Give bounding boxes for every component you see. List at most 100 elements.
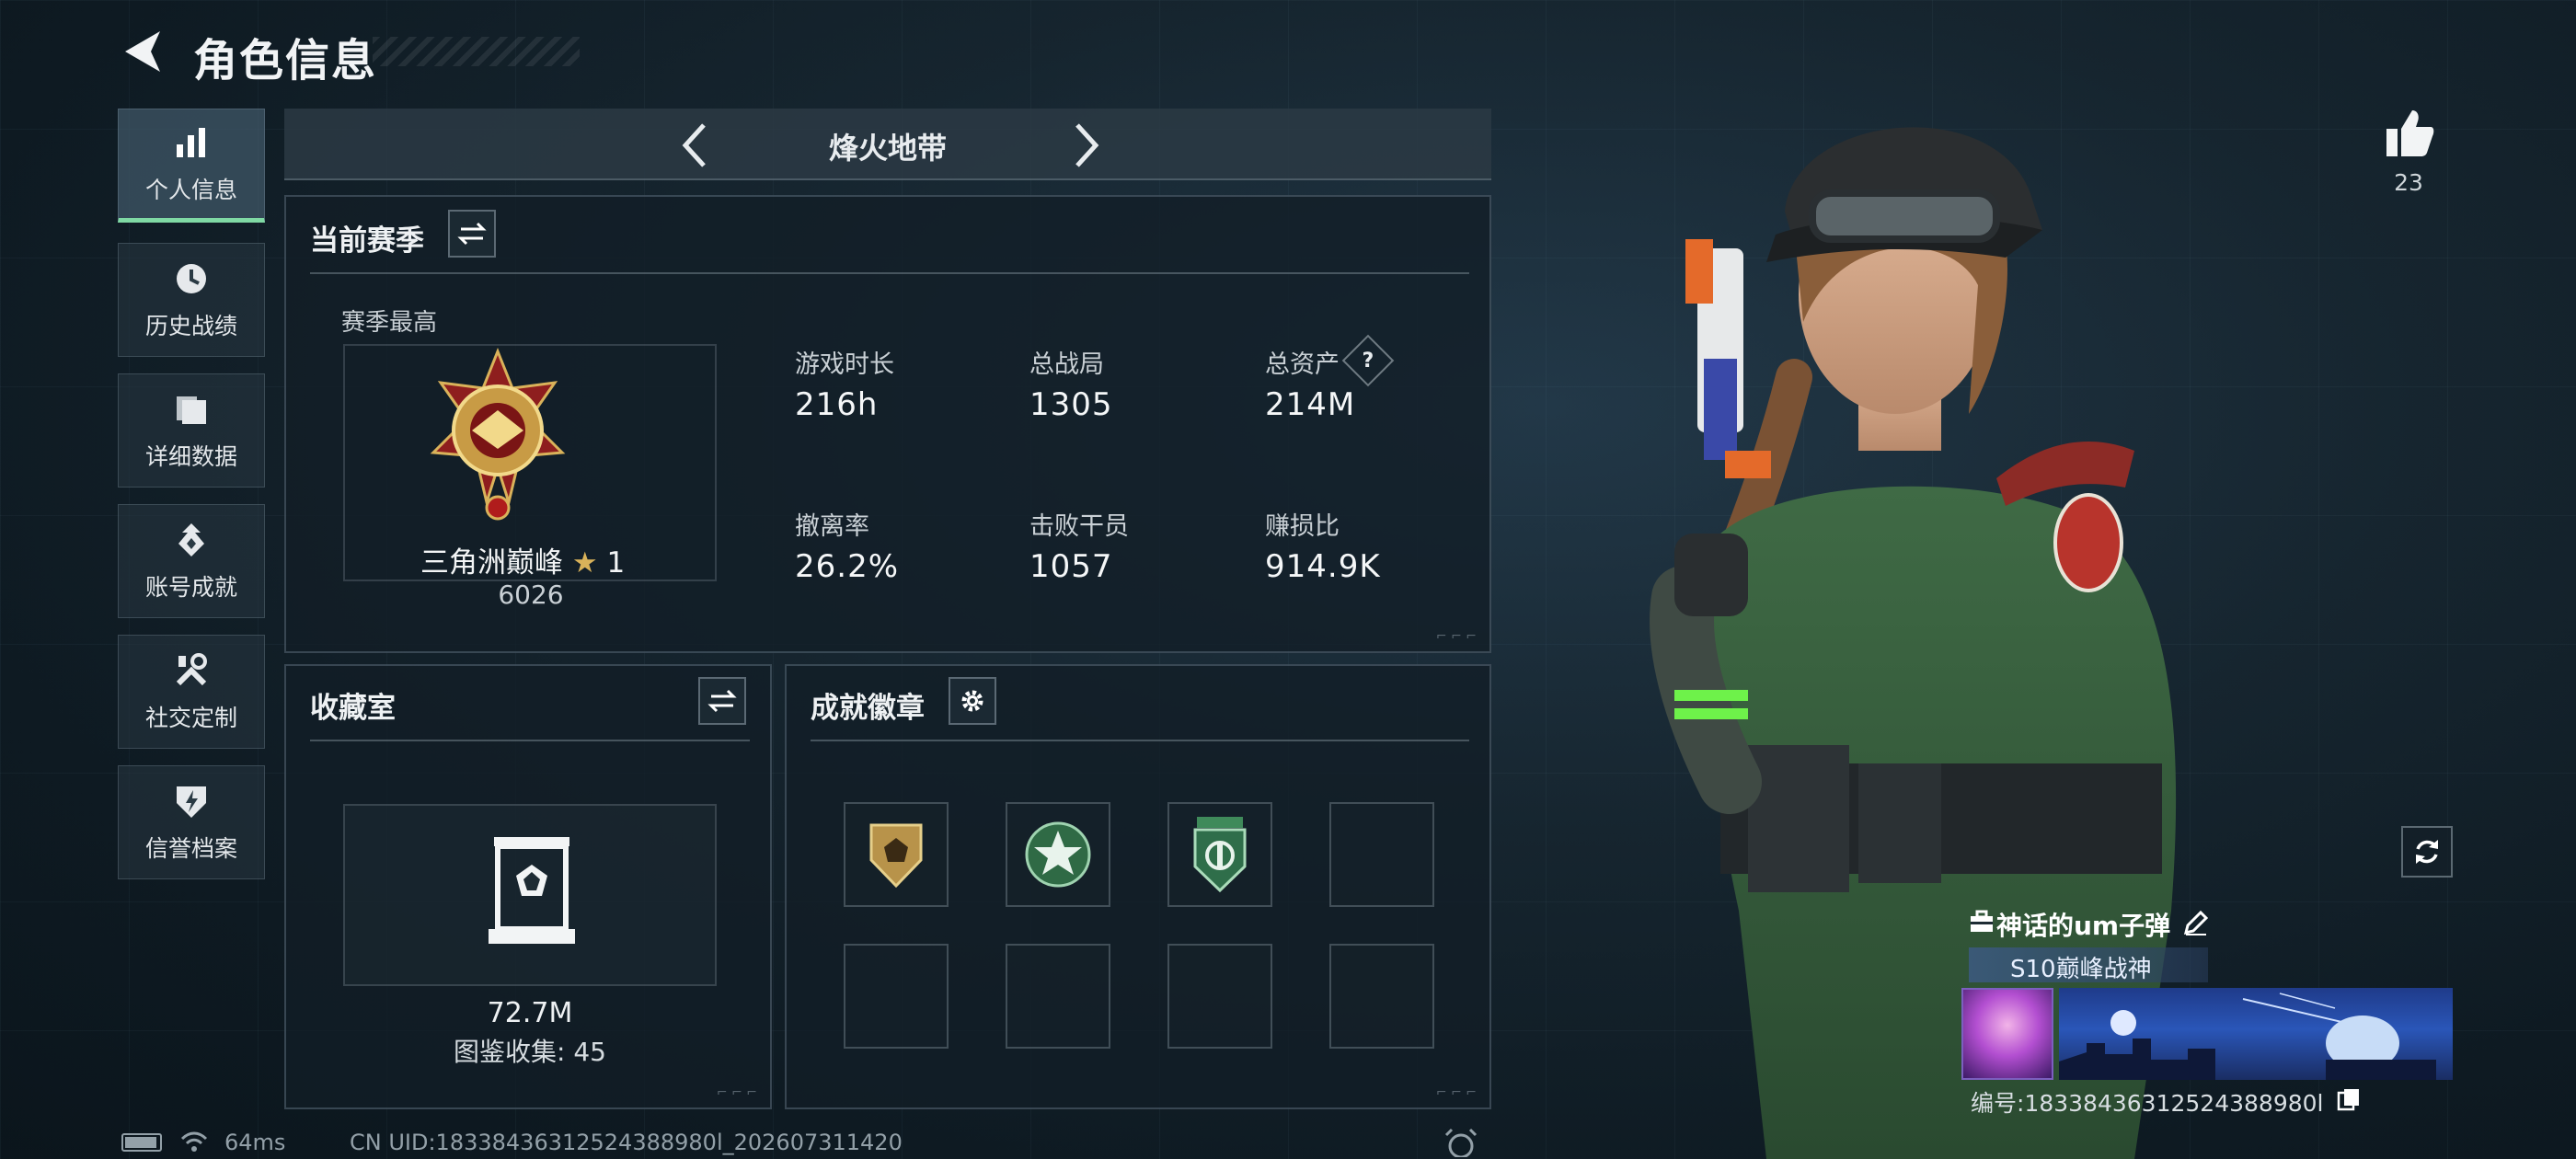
back-button[interactable]	[118, 26, 166, 77]
bar-chart-icon	[171, 122, 212, 163]
collection-display[interactable]	[343, 804, 717, 986]
mode-next-button[interactable]	[1057, 118, 1112, 173]
star-badge-icon	[1025, 821, 1091, 888]
back-arrow-icon	[125, 31, 160, 72]
season-title: 当前赛季	[310, 224, 424, 258]
pencil-icon	[2183, 910, 2209, 935]
wing-badge-icon	[1193, 817, 1247, 893]
stat-value: 26.2%	[795, 548, 900, 585]
sidebar-item-social[interactable]: 社交定制	[118, 635, 265, 749]
target-icon[interactable]	[1443, 1128, 1479, 1159]
badges-settings-button[interactable]	[949, 677, 996, 725]
gear-icon	[961, 690, 983, 712]
divider	[310, 272, 1469, 274]
divider	[310, 740, 750, 741]
help-text: ?	[1362, 349, 1374, 373]
battery-icon	[121, 1133, 162, 1152]
rank-medal-icon	[426, 346, 569, 530]
player-name: 神话的um子弹	[1996, 911, 2171, 941]
refresh-icon	[2416, 840, 2438, 864]
achievement-icon	[171, 520, 212, 560]
badge-slot-2[interactable]	[1006, 802, 1110, 907]
like-button[interactable]	[2381, 105, 2436, 160]
rank-score: 6026	[498, 580, 564, 610]
page-title: 角色信息	[193, 35, 378, 86]
stat-label: 赚损比	[1265, 512, 1340, 541]
sidebar-item-label: 个人信息	[144, 177, 237, 203]
corner-decoration: ⌐ ⌐ ⌐	[1435, 629, 1477, 644]
display-case-icon	[489, 837, 575, 944]
stat-label: 撤离率	[795, 512, 869, 541]
rank-stars: 1	[606, 546, 626, 580]
collection-panel: 收藏室 72.7M 图鉴收集: 45 ⌐ ⌐ ⌐	[284, 664, 772, 1109]
folder-icon	[171, 389, 212, 430]
swap-icon	[457, 222, 487, 246]
wifi-icon	[180, 1130, 208, 1153]
shield-badge-icon	[869, 823, 923, 889]
ping-text: 64ms	[224, 1130, 286, 1155]
corner-decoration: ⌐ ⌐ ⌐	[1435, 1085, 1477, 1100]
sidebar-item-label: 详细数据	[144, 443, 237, 470]
stat-label: 游戏时长	[795, 350, 894, 379]
stat-value: 216h	[795, 386, 879, 423]
sidebar-item-label: 社交定制	[144, 705, 237, 731]
stat-value: 1305	[1029, 386, 1113, 423]
collection-title: 收藏室	[310, 692, 396, 725]
rank-name: 三角洲巅峰 ★ 1	[420, 539, 625, 580]
sidebar-item-achievements[interactable]: 账号成就	[118, 504, 265, 618]
sidebar-item-reputation[interactable]: 信誉档案	[118, 765, 265, 879]
season-best-label: 赛季最高	[341, 309, 438, 337]
uid-text: CN UID:18338436312524388980l_20260731142…	[350, 1130, 903, 1155]
sidebar-item-profile[interactable]: 个人信息	[118, 109, 265, 223]
season-panel: 当前赛季 赛季最高 三角洲巅峰 ★ 1 6026 游戏时长 216h 总战局 1…	[284, 195, 1491, 653]
copy-icon	[2337, 1089, 2359, 1111]
badge-slot-6[interactable]	[1006, 944, 1110, 1049]
like-count: 23	[2394, 169, 2423, 196]
badge-slot-7[interactable]	[1167, 944, 1272, 1049]
sidebar-item-history[interactable]: 历史战绩	[118, 243, 265, 357]
badges-panel: 成就徽章 ⌐ ⌐ ⌐	[785, 664, 1491, 1109]
briefcase-icon	[1969, 909, 1995, 935]
sidebar-item-label: 账号成就	[144, 574, 237, 601]
collection-count: 图鉴收集: 45	[454, 1037, 606, 1067]
collection-value: 72.7M	[487, 997, 573, 1029]
sidebar-item-label: 历史战绩	[144, 313, 237, 339]
swap-icon	[707, 689, 737, 713]
stat-label: 击败干员	[1029, 512, 1129, 541]
stat-value: 1057	[1029, 548, 1113, 585]
sidebar-item-details[interactable]: 详细数据	[118, 373, 265, 488]
stat-label: 总资产	[1265, 350, 1340, 379]
clock-icon	[171, 258, 212, 299]
divider	[811, 740, 1469, 741]
season-switch-button[interactable]	[448, 210, 496, 258]
avatar[interactable]	[1961, 988, 2053, 1080]
stat-label: 总战局	[1029, 350, 1104, 379]
star-icon: ★	[571, 546, 598, 580]
sidebar-item-label: 信誉档案	[144, 835, 237, 862]
badge-slot-8[interactable]	[1329, 944, 1434, 1049]
edit-name-button[interactable]	[2182, 909, 2210, 936]
player-id: 编号:18338436312524388980l	[1971, 1090, 2324, 1117]
badge-slot-5[interactable]	[844, 944, 949, 1049]
badge-slot-1[interactable]	[844, 802, 949, 907]
badge-slot-4[interactable]	[1329, 802, 1434, 907]
mode-title: 烽火地带	[828, 131, 947, 166]
stat-value: 914.9K	[1265, 548, 1381, 585]
badges-title: 成就徽章	[811, 692, 925, 725]
stat-value: 214M	[1265, 386, 1356, 423]
refresh-button[interactable]	[2401, 826, 2453, 878]
player-banner	[2059, 988, 2453, 1080]
badge-slot-3[interactable]	[1167, 802, 1272, 907]
collection-switch-button[interactable]	[698, 677, 746, 725]
chevron-right-icon	[1075, 123, 1099, 167]
tools-icon	[171, 650, 212, 691]
help-icon[interactable]: ?	[1341, 334, 1395, 387]
copy-id-button[interactable]	[2337, 1087, 2361, 1111]
rank-tag: S10巅峰战神	[2010, 956, 2152, 983]
mode-selector: 烽火地带	[284, 109, 1491, 180]
shield-icon	[171, 781, 212, 821]
rank-name-text: 三角洲巅峰	[420, 546, 563, 580]
corner-decoration: ⌐ ⌐ ⌐	[716, 1085, 757, 1100]
title-decoration	[373, 37, 580, 66]
thumbs-up-icon	[2386, 110, 2434, 156]
